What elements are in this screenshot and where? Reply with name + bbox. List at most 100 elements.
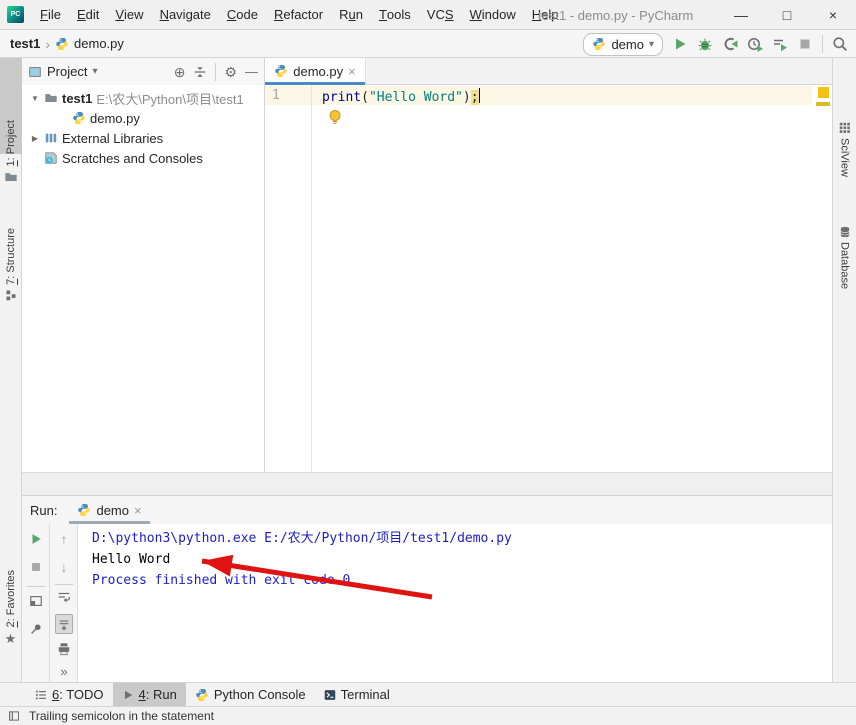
menu-refactor[interactable]: Refactor: [266, 0, 331, 29]
next-occurrence-button[interactable]: ↓: [50, 560, 78, 574]
tree-row-root[interactable]: ▼ test1 E:\农大\Python\项目\test1: [22, 88, 264, 108]
intention-bulb-icon[interactable]: [327, 109, 343, 125]
soft-wrap-button[interactable]: [50, 590, 78, 604]
minimize-button[interactable]: —: [718, 0, 764, 30]
hide-panel-icon[interactable]: —: [245, 64, 258, 79]
rerun-button[interactable]: [22, 532, 50, 546]
console-command-line: D:\python3\python.exe E:/农大/Python/项目/te…: [92, 528, 832, 549]
console-output-line: Hello Word: [92, 549, 832, 570]
gear-icon[interactable]: ⚙: [224, 65, 237, 79]
pycharm-window: PC File Edit View Navigate Code Refactor…: [0, 0, 856, 725]
scroll-to-end-button[interactable]: [50, 614, 78, 634]
folder-icon: [44, 91, 58, 105]
scratches-icon: [44, 151, 58, 165]
status-message: Trailing semicolon in the statement: [29, 709, 214, 723]
toolwindow-button-python-console[interactable]: Python Console: [186, 683, 315, 706]
menu-window[interactable]: Window: [462, 0, 524, 29]
more-actions-button[interactable]: »: [50, 664, 78, 679]
debug-button[interactable]: [697, 36, 713, 52]
grid-icon: [839, 122, 851, 134]
todo-list-icon: [35, 689, 47, 701]
warning-stripe-mark[interactable]: [816, 102, 830, 106]
menu-code[interactable]: Code: [219, 0, 266, 29]
text-caret: [479, 88, 481, 103]
tab-demo-py[interactable]: demo.py ×: [265, 58, 366, 84]
menu-file[interactable]: File: [32, 0, 69, 29]
expand-arrow-icon[interactable]: ▼: [30, 94, 40, 103]
breadcrumb-project[interactable]: test1: [10, 36, 40, 51]
run-tool-window: Run: demo × ↑ ↓: [22, 495, 832, 682]
run-with-parameters-button[interactable]: [772, 36, 788, 52]
status-left: Trailing semicolon in the statement: [0, 709, 214, 723]
run-configuration-select[interactable]: demo ▾: [583, 33, 663, 56]
profiler-button[interactable]: [747, 36, 763, 52]
run-with-coverage-button[interactable]: [722, 36, 738, 52]
run-tab-demo[interactable]: demo ×: [69, 496, 149, 524]
run-toolbar-left: [22, 524, 50, 683]
prev-occurrence-button[interactable]: ↑: [50, 532, 78, 546]
python-file-icon: [77, 503, 91, 517]
editor-tab-bar: demo.py ×: [265, 58, 832, 85]
close-button[interactable]: ×: [810, 0, 856, 30]
run-toolbar: demo ▾: [583, 32, 848, 56]
chevron-down-icon: ▾: [649, 39, 654, 50]
line-number: 1: [272, 88, 280, 103]
toolwindow-button-sciview[interactable]: SciView: [833, 122, 856, 177]
breadcrumb-separator: ›: [45, 36, 50, 52]
toolwindow-toggle-icon[interactable]: [8, 710, 20, 722]
close-tab-icon[interactable]: ×: [134, 503, 142, 518]
run-panel-header: Run: demo ×: [22, 496, 832, 524]
editor-run-splitter[interactable]: [22, 472, 832, 495]
toolwindow-button-favorites[interactable]: 2: Favorites ★: [0, 570, 21, 647]
menu-view[interactable]: View: [107, 0, 151, 29]
expand-arrow-icon[interactable]: ▶: [30, 134, 40, 143]
toolwindow-button-run[interactable]: 4: Run: [113, 683, 186, 706]
toolwindow-button-todo[interactable]: 6: TODO: [26, 683, 113, 706]
menu-navigate[interactable]: Navigate: [152, 0, 219, 29]
breadcrumb: test1 › demo.py: [0, 36, 124, 52]
python-console-icon: [195, 688, 209, 702]
project-panel: Project ▾ ⊕ ⚙ — ▼ test1 E:\农大\Python\项目\…: [22, 58, 265, 472]
toolwindow-button-project[interactable]: 1: Project: [0, 120, 21, 184]
python-config-icon: [592, 37, 606, 51]
menu-run[interactable]: Run: [331, 0, 371, 29]
menu-edit[interactable]: Edit: [69, 0, 107, 29]
structure-icon: [5, 289, 17, 301]
menu-vcs[interactable]: VCS: [419, 0, 462, 29]
breadcrumb-file[interactable]: demo.py: [74, 36, 124, 51]
stop-process-button[interactable]: [22, 560, 50, 574]
console-exit-line: Process finished with exit code 0: [92, 570, 832, 591]
toolwindow-button-structure[interactable]: 7: Structure: [0, 228, 21, 301]
tree-row-scratches[interactable]: Scratches and Consoles: [22, 148, 264, 168]
code-line[interactable]: print("Hello Word");: [322, 88, 480, 105]
project-view-selector[interactable]: Project ▾: [28, 64, 168, 79]
editor-body[interactable]: 1 print("Hello Word");: [265, 85, 832, 472]
title-bar: PC File Edit View Navigate Code Refactor…: [0, 0, 856, 30]
toolwindow-button-terminal[interactable]: Terminal: [315, 683, 399, 706]
toolbar-divider: [27, 586, 45, 587]
run-console[interactable]: D:\python3\python.exe E:/农大/Python/项目/te…: [78, 524, 832, 683]
search-everywhere-icon[interactable]: [832, 36, 848, 52]
panel-divider: [215, 63, 216, 81]
run-toolbar-console: ↑ ↓ »: [50, 524, 78, 683]
tree-row-external-libraries[interactable]: ▶ External Libraries: [22, 128, 264, 148]
maximize-button[interactable]: □: [764, 0, 810, 30]
navigation-bar: test1 › demo.py demo ▾: [0, 30, 856, 58]
run-button[interactable]: [672, 36, 688, 52]
collapse-all-icon[interactable]: [193, 65, 207, 79]
star-icon: ★: [5, 631, 17, 647]
project-panel-actions: ⊕ ⚙ —: [174, 63, 258, 81]
pin-tab-button[interactable]: [22, 622, 50, 636]
pycharm-logo-icon: PC: [7, 6, 24, 23]
restore-layout-button[interactable]: [22, 594, 50, 608]
print-button[interactable]: [50, 642, 78, 656]
inspection-status-square[interactable]: [818, 87, 829, 98]
close-tab-icon[interactable]: ×: [348, 64, 356, 79]
locate-file-icon[interactable]: ⊕: [174, 65, 186, 79]
editor-gutter: [265, 85, 312, 472]
stop-button[interactable]: [797, 36, 813, 52]
tree-row-demo-file[interactable]: demo.py: [22, 108, 264, 128]
run-toolwindow-icon: [122, 689, 134, 701]
menu-tools[interactable]: Tools: [371, 0, 419, 29]
toolwindow-button-database[interactable]: Database: [833, 226, 856, 289]
